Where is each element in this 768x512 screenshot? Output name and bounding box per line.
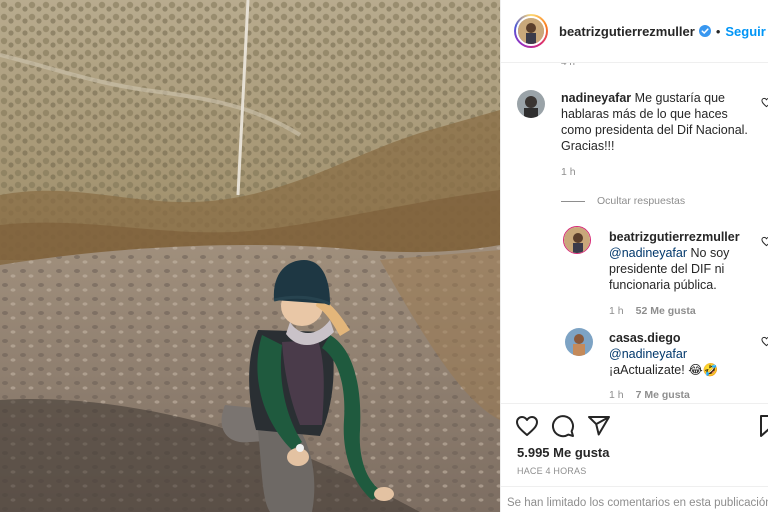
hide-replies-button[interactable]: Ocultar respuestas [561,195,685,207]
comment-like-icon[interactable] [761,97,768,108]
likes-count[interactable]: 5.995 Me gusta [517,445,610,460]
reply-item: beatrizgutierrezmuller @nadineyafar No s… [501,223,768,317]
reply-mention[interactable]: @nadineyafar [609,346,759,362]
author-username[interactable]: beatrizgutierrezmuller [559,24,695,39]
reply-body: casas.diego @nadineyafar ¡aActualizate! … [609,330,759,378]
reply-avatar[interactable] [563,226,591,254]
share-icon[interactable] [587,414,611,438]
author-avatar[interactable] [514,14,548,48]
heart-icon[interactable] [515,414,539,438]
reply-meta: 1 h 7 Me gusta [609,389,690,401]
commenter-avatar-image [517,90,545,118]
reply-timestamp: 1 h [609,389,624,401]
reply-avatar[interactable] [565,328,593,356]
photo-scene [0,0,500,512]
reply-likes-count[interactable]: 52 Me gusta [636,305,696,317]
reply-avatar-image [564,227,590,253]
reply-like-icon[interactable] [761,236,768,247]
reply-body: beatrizgutierrezmuller @nadineyafar No s… [609,229,759,293]
reply-timestamp: 1 h [609,305,624,317]
verified-icon [698,25,711,37]
post-timestamp: Hace 4 horas [517,466,587,476]
post-header: beatrizgutierrezmuller • Seguir [501,0,768,63]
reply-username[interactable]: casas.diego [609,330,759,346]
comments-limited-notice: Se han limitado los comentarios en esta … [501,486,768,512]
comment-timestamp: 1 h [561,166,576,178]
commenter-avatar[interactable] [517,90,545,118]
comment-icon[interactable] [551,414,575,438]
post-photo[interactable] [0,0,500,512]
reply-like-icon[interactable] [761,336,768,347]
bookmark-icon[interactable] [757,414,768,438]
hide-replies-label: Ocultar respuestas [597,195,686,207]
comment-item: nadineyafar Me gustaría que hablaras más… [501,63,768,183]
comments-list[interactable]: 4 h nadineyafar Me gustaría que hablaras… [501,63,768,403]
reply-username[interactable]: beatrizgutierrezmuller [609,230,740,244]
reply-item: casas.diego @nadineyafar ¡aActualizate! … [501,325,768,403]
comment-body: nadineyafar Me gustaría que hablaras más… [561,90,751,154]
reply-mention[interactable]: @nadineyafar [609,246,687,260]
author-avatar-image [518,18,544,44]
replies-divider [561,200,585,202]
reply-avatar-image [565,328,593,356]
comment-username[interactable]: nadineyafar [561,91,631,105]
reply-likes-count[interactable]: 7 Me gusta [636,389,690,401]
follow-button[interactable]: Seguir [725,24,765,39]
separator-dot: • [715,23,721,39]
post-side-panel: beatrizgutierrezmuller • Seguir 4 h nadi… [500,0,768,512]
reply-meta: 1 h 52 Me gusta [609,305,696,317]
reply-text: ¡aActualizate! 😂🤣 [609,363,719,377]
post-actions: 5.995 Me gusta Hace 4 horas Se han limit… [501,403,768,512]
